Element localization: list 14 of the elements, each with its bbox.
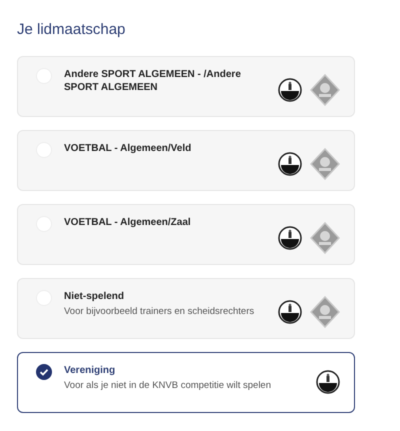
option-description: Voor als je niet in de KNVB competitie wilt spelen (64, 379, 272, 392)
option-title: VOETBAL - Algemeen/Veld (64, 142, 192, 155)
section-heading: Je lidmaatschap (17, 20, 126, 40)
option-title: Vereniging (64, 364, 116, 377)
option-description: Voor bijvoorbeeld trainers en scheidsrechters (64, 305, 256, 318)
option-title: Niet-spelend (64, 290, 126, 303)
membership-option[interactable]: Niet-spelend Voor bijvoorbeeld trainers en scheidsrechters (17, 278, 355, 339)
option-title: Andere SPORT ALGEMEEN - /Andere SPORT ALGEMEEN (64, 68, 242, 94)
membership-option[interactable]: VOETBAL - Algemeen/Zaal (17, 204, 355, 265)
membership-option[interactable]: VOETBAL - Algemeen/Veld (17, 130, 355, 191)
membership-option[interactable]: Andere SPORT ALGEMEEN - /Andere SPORT ALGEMEEN (17, 56, 355, 117)
membership-option[interactable]: Vereniging Voor als je niet in de KNVB competitie wilt spelen (17, 352, 355, 413)
checked-radio-icon (36, 364, 52, 380)
option-title: VOETBAL - Algemeen/Zaal (64, 216, 192, 229)
